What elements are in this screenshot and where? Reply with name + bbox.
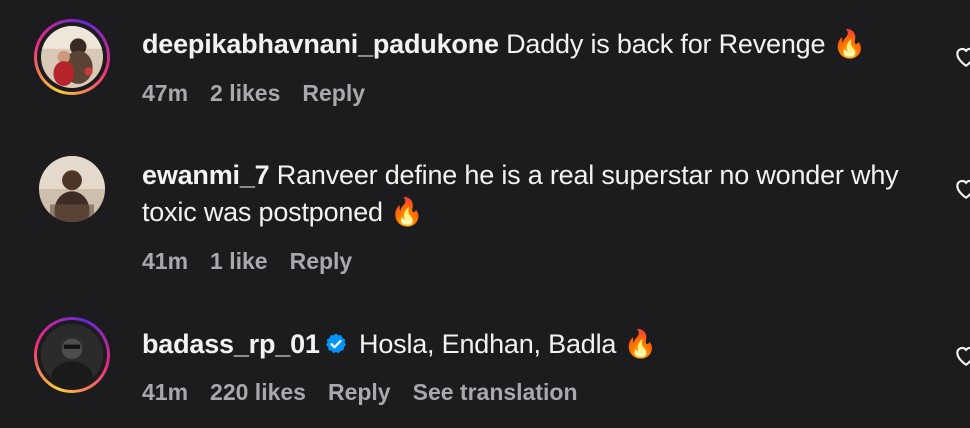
see-translation-button[interactable]: See translation xyxy=(413,379,578,405)
reply-button[interactable]: Reply xyxy=(302,80,365,106)
username[interactable]: badass_rp_01 xyxy=(142,329,320,359)
username[interactable]: deepikabhavnani_padukone xyxy=(142,29,499,59)
avatar-photo xyxy=(39,156,105,222)
comment-body: Hosla, Endhan, Badla 🔥 xyxy=(359,329,657,359)
avatar[interactable] xyxy=(34,317,110,393)
comment-meta: 47m 2 likes Reply xyxy=(142,80,387,107)
likes-count[interactable]: 2 likes xyxy=(210,80,280,106)
avatar-photo xyxy=(41,324,103,386)
comment-meta: 41m 1 like Reply xyxy=(142,248,374,275)
verified-badge-icon xyxy=(325,333,346,354)
heart-icon[interactable] xyxy=(953,343,970,367)
comment-body: Daddy is back for Revenge 🔥 xyxy=(506,29,867,59)
likes-count[interactable]: 220 likes xyxy=(210,379,306,405)
timestamp: 41m xyxy=(142,248,189,274)
comment-text: ewanmi_7 Ranveer define he is a real sup… xyxy=(142,157,912,231)
comment-text: deepikabhavnani_padukone Daddy is back f… xyxy=(142,26,912,63)
reply-button[interactable]: Reply xyxy=(328,379,391,405)
avatar-photo xyxy=(41,26,103,88)
timestamp: 41m xyxy=(142,379,189,405)
heart-icon[interactable] xyxy=(953,176,970,200)
reply-button[interactable]: Reply xyxy=(290,248,353,274)
comment-text: badass_rp_01 Hosla, Endhan, Badla 🔥 xyxy=(142,326,912,363)
heart-icon[interactable] xyxy=(953,44,970,68)
avatar[interactable] xyxy=(39,156,105,222)
avatar[interactable] xyxy=(34,19,110,95)
likes-count[interactable]: 1 like xyxy=(210,248,268,274)
username[interactable]: ewanmi_7 xyxy=(142,160,270,190)
comment-meta: 41m 220 likes Reply See translation xyxy=(142,379,600,406)
timestamp: 47m xyxy=(142,80,189,106)
